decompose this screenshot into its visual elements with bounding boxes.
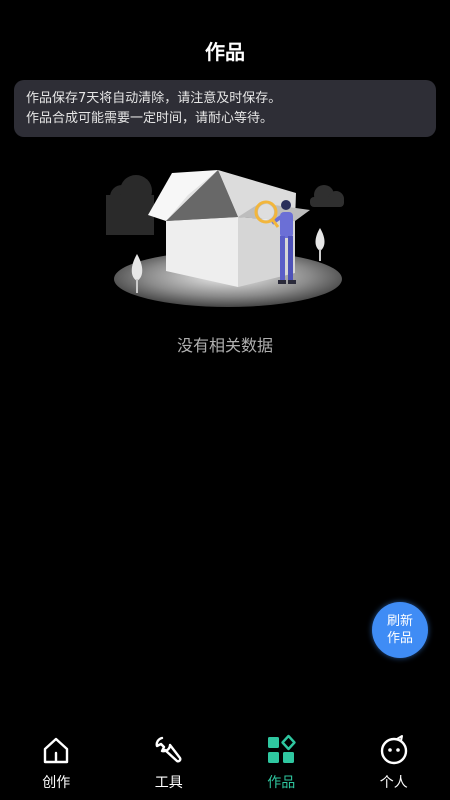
notice-line-2: 作品合成可能需要一定时间，请耐心等待。 [26, 111, 274, 126]
tree-right-icon [315, 228, 325, 261]
works-icon [268, 734, 296, 763]
wrench-icon [155, 736, 182, 763]
tab-tools-label: 工具 [154, 775, 183, 791]
tab-profile[interactable]: 个人 [338, 724, 450, 800]
empty-state-text: 没有相关数据 [176, 336, 273, 355]
tab-tools[interactable]: 工具 [113, 724, 226, 800]
home-icon [44, 737, 69, 764]
cloud-left-icon [106, 175, 154, 235]
tab-works[interactable]: 作品 [225, 724, 338, 800]
refresh-works-button[interactable]: 刷新 作品 [372, 602, 428, 658]
tab-create[interactable]: 创作 [0, 724, 113, 800]
cloud-right-icon [310, 185, 344, 207]
notice-banner: 作品保存7天将自动清除，请注意及时保存。 作品合成可能需要一定时间，请耐心等待。 [14, 80, 436, 137]
notice-line-1: 作品保存7天将自动清除，请注意及时保存。 [26, 91, 282, 106]
refresh-button-line-2: 作品 [386, 631, 413, 646]
refresh-button-line-1: 刷新 [386, 614, 413, 629]
tab-profile-label: 个人 [379, 775, 408, 791]
bottom-tabbar: 创作 工具 作品 个人 [0, 724, 450, 800]
empty-box-illustration [106, 170, 344, 307]
page-title: 作品 [205, 40, 245, 64]
tab-create-label: 创作 [42, 775, 71, 791]
tab-works-label: 作品 [267, 775, 296, 791]
profile-icon [380, 735, 407, 765]
